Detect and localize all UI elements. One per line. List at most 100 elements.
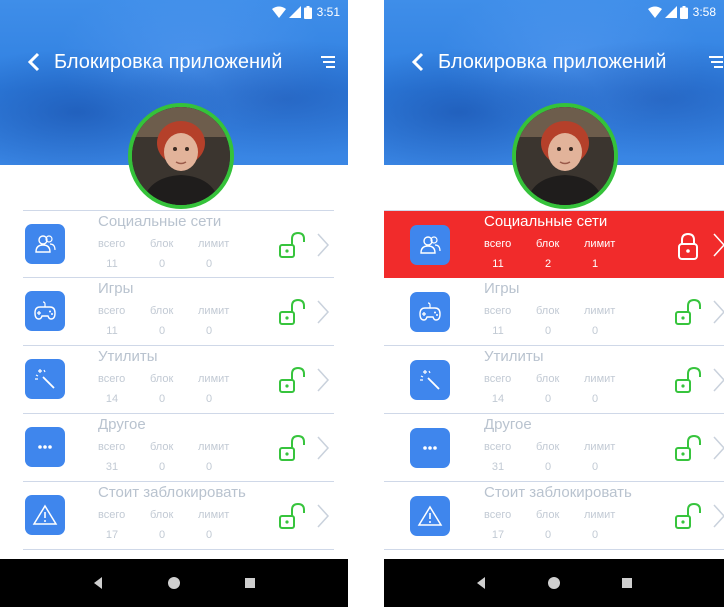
gamepad-icon <box>419 302 441 321</box>
android-nav-bar <box>384 559 724 607</box>
magic-wand-icon <box>35 369 55 389</box>
unlocked-icon[interactable] <box>674 434 702 464</box>
unlocked-icon[interactable] <box>278 502 306 532</box>
list-item[interactable]: Стоит заблокировать всего блок лимит 17 … <box>23 482 334 550</box>
avatar[interactable] <box>128 103 234 209</box>
gamepad-icon <box>34 301 56 320</box>
list-item[interactable]: Утилиты всего блок лимит 14 0 0 <box>23 346 334 414</box>
chevron-right-icon[interactable] <box>712 502 724 530</box>
phone-screen-right: 3:58 Блокировка приложений Социальные се… <box>384 0 724 607</box>
contacts-icon <box>420 236 441 254</box>
unlocked-icon[interactable] <box>674 502 702 532</box>
blocked-value: 0 <box>544 325 552 337</box>
limit-value: 0 <box>591 393 599 405</box>
back-button[interactable] <box>20 48 48 76</box>
list-item[interactable]: Игры всего блок лимит 11 0 0 <box>23 278 334 346</box>
blocked-label: блок <box>536 509 560 521</box>
limit-label: лимит <box>198 238 230 250</box>
limit-value: 0 <box>591 325 599 337</box>
chevron-right-icon[interactable] <box>712 366 724 394</box>
unlocked-icon[interactable] <box>674 298 702 328</box>
nav-home-icon <box>547 577 560 589</box>
stat-labels: всего блок лимит <box>98 305 238 317</box>
total-label: всего <box>484 441 512 453</box>
unlocked-icon[interactable] <box>674 366 702 396</box>
list-item[interactable]: Другое всего блок лимит 31 0 0 <box>23 414 334 482</box>
blocked-value: 0 <box>158 258 166 270</box>
limit-value: 1 <box>591 258 599 270</box>
chevron-right-icon[interactable] <box>316 231 330 259</box>
nav-back-button[interactable] <box>88 573 108 593</box>
blocked-value: 0 <box>544 393 552 405</box>
unlocked-icon[interactable] <box>278 366 306 396</box>
child-photo-icon <box>132 107 230 205</box>
list-item[interactable]: Утилиты всего блок лимит 14 0 0 <box>384 346 724 414</box>
total-value: 17 <box>491 529 505 541</box>
android-nav-bar <box>0 559 348 607</box>
stat-values: 31 0 0 <box>98 461 220 473</box>
limit-label: лимит <box>584 441 616 453</box>
list-item[interactable]: Другое всего блок лимит 31 0 0 <box>384 414 724 482</box>
category-icon-box <box>25 495 65 535</box>
total-value: 14 <box>491 393 505 405</box>
category-icon-box <box>25 224 65 264</box>
nav-back-button[interactable] <box>471 573 491 593</box>
nav-recents-button[interactable] <box>617 573 637 593</box>
category-icon-box <box>25 291 65 331</box>
category-name: Игры <box>484 280 520 297</box>
list-item[interactable]: Игры всего блок лимит 11 0 0 <box>384 278 724 346</box>
blocked-value: 0 <box>158 461 166 473</box>
blocked-value: 0 <box>544 461 552 473</box>
chevron-right-icon[interactable] <box>712 434 724 462</box>
stat-labels: всего блок лимит <box>484 509 624 521</box>
list-item-selected[interactable]: Социальные сети всего блок лимит 11 2 1 <box>384 210 724 278</box>
total-value: 31 <box>105 461 119 473</box>
limit-value: 0 <box>205 529 213 541</box>
back-button[interactable] <box>404 48 432 76</box>
total-label: всего <box>98 441 126 453</box>
chevron-right-icon[interactable] <box>316 502 330 530</box>
menu-button[interactable] <box>706 52 724 72</box>
chevron-right-icon[interactable] <box>316 366 330 394</box>
category-name: Социальные сети <box>98 213 222 230</box>
battery-icon <box>303 5 312 19</box>
status-bar: 3:58 <box>384 0 724 24</box>
total-label: всего <box>98 305 126 317</box>
category-name: Стоит заблокировать <box>484 484 632 501</box>
nav-home-button[interactable] <box>544 573 564 593</box>
limit-label: лимит <box>584 305 616 317</box>
stat-values: 14 0 0 <box>98 393 220 405</box>
menu-button[interactable] <box>318 52 338 72</box>
category-icon-box <box>410 496 450 536</box>
chevron-right-icon[interactable] <box>712 298 724 326</box>
status-time: 3:58 <box>692 5 716 19</box>
chevron-right-icon[interactable] <box>316 434 330 462</box>
chevron-right-icon[interactable] <box>712 231 724 259</box>
signal-icon <box>288 6 301 18</box>
stat-values: 11 0 0 <box>484 325 606 337</box>
nav-home-icon <box>168 577 180 589</box>
unlocked-icon[interactable] <box>278 434 306 464</box>
total-value: 11 <box>492 325 504 337</box>
limit-value: 0 <box>591 529 599 541</box>
blocked-label: блок <box>536 238 560 250</box>
avatar[interactable] <box>512 103 618 209</box>
stat-labels: всего блок лимит <box>98 441 238 453</box>
list-item[interactable]: Социальные сети всего блок лимит 11 0 0 <box>23 210 334 278</box>
locked-icon[interactable] <box>674 231 702 261</box>
nav-home-button[interactable] <box>164 573 184 593</box>
category-name: Утилиты <box>98 348 158 365</box>
unlocked-icon[interactable] <box>278 298 306 328</box>
blocked-label: блок <box>150 441 174 453</box>
unlocked-icon[interactable] <box>278 231 306 261</box>
limit-label: лимит <box>198 305 230 317</box>
blocked-label: блок <box>536 373 560 385</box>
nav-recents-button[interactable] <box>240 573 260 593</box>
total-value: 14 <box>105 393 119 405</box>
chevron-right-icon[interactable] <box>316 298 330 326</box>
total-label: всего <box>484 509 512 521</box>
list-item[interactable]: Стоит заблокировать всего блок лимит 17 … <box>384 482 724 550</box>
stat-values: 31 0 0 <box>484 461 606 473</box>
total-label: всего <box>484 238 512 250</box>
stat-values: 17 0 0 <box>98 529 220 541</box>
